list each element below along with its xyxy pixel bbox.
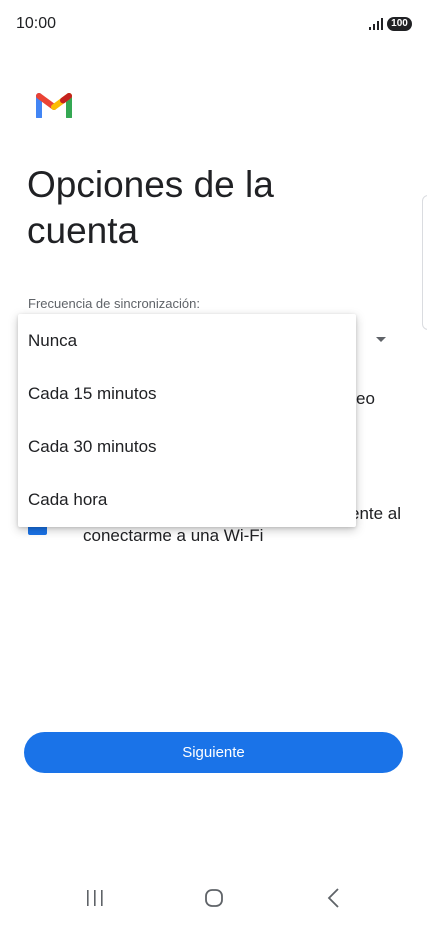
status-time: 10:00	[16, 15, 57, 32]
sync-frequency-menu: Nunca Cada 15 minutos Cada 30 minutos Ca…	[18, 314, 356, 527]
menu-item-never[interactable]: Nunca	[18, 314, 356, 367]
navigation-bar	[0, 870, 427, 926]
gmail-logo-icon	[36, 93, 72, 118]
menu-item-every-15-minutes[interactable]: Cada 15 minutos	[18, 367, 356, 420]
signal-bars-icon	[369, 18, 383, 30]
video-option-fragment: eo	[356, 389, 375, 408]
dropdown-arrow-icon[interactable]	[376, 337, 386, 342]
auto-download-fragment: ente al	[350, 504, 402, 523]
back-icon[interactable]	[320, 886, 348, 910]
scroll-indicator	[422, 195, 427, 330]
page-title: Opciones de la cuenta	[27, 164, 274, 251]
sync-frequency-label: Frecuencia de sincronización:	[28, 296, 200, 311]
menu-item-every-30-minutes[interactable]: Cada 30 minutos	[18, 420, 356, 473]
home-icon[interactable]	[200, 886, 228, 910]
recent-apps-icon[interactable]	[81, 886, 109, 910]
menu-item-every-hour[interactable]: Cada hora	[18, 473, 356, 526]
wifi-option-label: conectarme a una Wi-Fi	[83, 526, 264, 545]
status-bar: 10:00 100	[0, 0, 427, 50]
battery-indicator: 100	[387, 17, 412, 31]
next-button[interactable]: Siguiente	[24, 732, 403, 773]
